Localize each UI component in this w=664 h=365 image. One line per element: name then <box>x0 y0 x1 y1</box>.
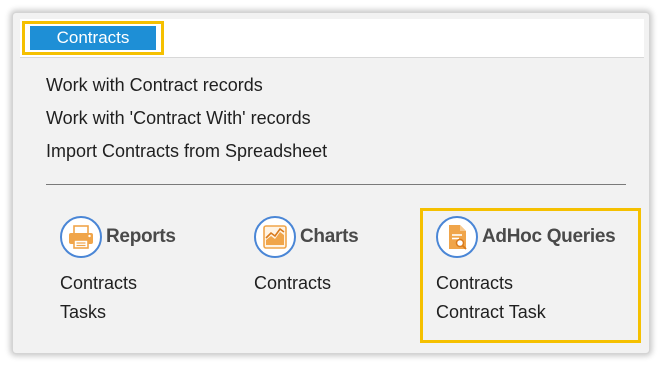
printer-icon <box>60 216 102 258</box>
menu-item-import-contracts[interactable]: Import Contracts from Spreadsheet <box>46 140 327 173</box>
reports-section: Reports Contracts Tasks <box>60 212 176 330</box>
adhoc-title[interactable]: AdHoc Queries <box>482 226 616 248</box>
tab-contracts[interactable]: Contracts <box>30 26 156 50</box>
menu-links: Work with Contract records Work with 'Co… <box>46 74 327 173</box>
charts-link-contracts[interactable]: Contracts <box>254 272 358 301</box>
document-search-icon <box>436 216 478 258</box>
menu-bar: Contracts <box>20 19 644 58</box>
menu-item-work-with-contract-with-records[interactable]: Work with 'Contract With' records <box>46 107 327 140</box>
tab-highlight: Contracts <box>22 21 164 55</box>
adhoc-link-contract-task[interactable]: Contract Task <box>436 301 615 330</box>
adhoc-section: AdHoc Queries Contracts Contract Task <box>436 212 616 330</box>
charts-section: Charts Contracts <box>254 212 359 301</box>
menu-item-work-with-contract-records[interactable]: Work with Contract records <box>46 74 327 107</box>
reports-title[interactable]: Reports <box>106 226 176 248</box>
chart-icon <box>254 216 296 258</box>
divider <box>46 184 626 185</box>
reports-link-contracts[interactable]: Contracts <box>60 272 176 301</box>
reports-link-tasks[interactable]: Tasks <box>60 301 176 330</box>
charts-title[interactable]: Charts <box>300 226 359 248</box>
adhoc-link-contracts[interactable]: Contracts <box>436 272 615 301</box>
